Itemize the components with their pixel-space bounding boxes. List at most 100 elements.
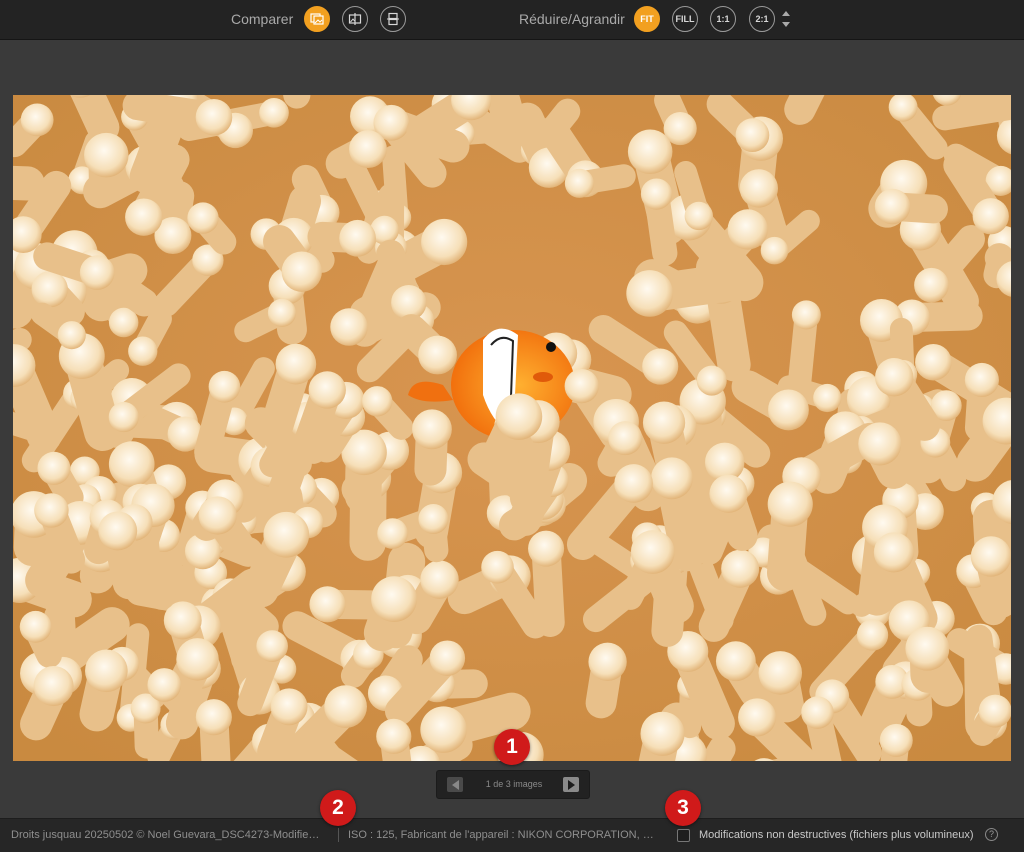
anemone-tentacle-tip — [20, 611, 52, 643]
anemone-tentacle-tip — [324, 685, 367, 728]
anemone-tentacle-tip — [34, 666, 74, 706]
anemone-tentacle-tip — [256, 630, 288, 662]
status-divider — [338, 828, 339, 842]
anemone-tentacle-tip — [979, 695, 1011, 728]
anemone-tentacle-tip — [813, 384, 841, 412]
anemone-tentacle-tip — [614, 464, 653, 503]
anemone-tentacle-tip — [147, 668, 181, 702]
anemone-tentacle-tip — [631, 530, 675, 574]
anemone-tentacle-tip — [643, 402, 685, 444]
anemone-tentacle-tip — [768, 482, 813, 527]
stack-compare-icon — [386, 12, 400, 26]
anemone-tentacle-tip — [759, 651, 803, 695]
nondestructive-checkbox[interactable] — [677, 829, 690, 842]
anemone-tentacle-tip — [282, 251, 322, 291]
anemone-tentacle-tip — [640, 712, 684, 756]
anemone-tentacle-tip — [37, 452, 70, 485]
photo-compare-icon — [310, 12, 324, 26]
anemone-tentacle-tip — [496, 393, 543, 440]
status-bar: Droits jusquau 20250502 © Noel Guevara_D… — [0, 818, 1024, 852]
anemone-tentacle-tip — [588, 643, 626, 681]
zoom-fit-button[interactable]: FIT — [634, 6, 660, 32]
anemone-tentacle-tip — [420, 560, 458, 598]
anemone-tentacle-tip — [768, 389, 809, 430]
anemone-tentacle-tip — [21, 103, 54, 136]
anemone-tentacle-tip — [263, 512, 309, 558]
compare-split-button[interactable] — [342, 6, 368, 32]
resize-label: Réduire/Agrandir — [519, 11, 625, 27]
anemone-tentacle-tip — [362, 386, 392, 416]
anemone-tentacle-tip — [80, 255, 115, 290]
anemone-tentacle-tip — [801, 696, 834, 729]
anemone-tentacle-tip — [628, 129, 673, 174]
anemone-tentacle-tip — [528, 531, 564, 567]
anemone-tentacle-tip — [418, 504, 448, 534]
compare-photo-button[interactable] — [304, 6, 330, 32]
anemone-tentacle-tip — [875, 358, 913, 396]
anemone-tentacle-tip — [109, 402, 139, 432]
anemone-tentacle-tip — [339, 220, 376, 257]
zoom-1to1-button[interactable]: 1:1 — [710, 6, 736, 32]
anemone-tentacle — [80, 95, 103, 127]
previous-image-button[interactable] — [447, 777, 463, 792]
anemone-tentacle-tip — [740, 169, 778, 207]
anemone-tentacle-tip — [84, 133, 129, 178]
anemone-tentacle-tip — [641, 178, 672, 209]
zoom-fill-button[interactable]: FILL — [672, 6, 698, 32]
split-compare-icon — [348, 12, 362, 26]
compare-stack-button[interactable] — [380, 6, 406, 32]
anemone-tentacle-tip — [875, 189, 910, 224]
anemone-tentacle-tip — [309, 371, 346, 408]
anemone-tentacle-tip — [736, 118, 770, 152]
anemone-tentacle-tip — [125, 198, 162, 235]
chevron-up-icon — [782, 11, 790, 16]
anemone-tentacle-tip — [418, 336, 457, 375]
anemone-tentacle-tip — [128, 337, 157, 366]
zoom-stepper[interactable] — [781, 11, 790, 27]
zoom-2to1-button[interactable]: 2:1 — [749, 6, 775, 32]
anemone-tentacle-tip — [259, 98, 289, 128]
pager-count: 1 de 3 images — [471, 779, 557, 789]
help-icon[interactable]: ? — [985, 828, 998, 841]
anemone-tentacle-tip — [971, 536, 1011, 576]
next-image-button[interactable] — [563, 777, 579, 792]
anemone-tentacle-tip — [276, 344, 317, 385]
anemone-tentacle-tip — [721, 550, 759, 588]
photo-preview — [13, 95, 1011, 761]
anemone-tentacle-tip — [268, 299, 296, 327]
anemone-tentacle-tip — [792, 300, 821, 329]
anemone-tentacle-tip — [199, 496, 237, 534]
anemone-tentacle-tip — [565, 369, 599, 403]
anemone-tentacle-tip — [271, 688, 308, 725]
anemone-tentacle-tip — [685, 202, 713, 230]
anemone-tentacle-tip — [371, 576, 417, 622]
nondestructive-label[interactable]: Modifications non destructives (fichiers… — [699, 829, 974, 841]
chevron-left-icon — [452, 780, 459, 790]
anemone-tentacle-tip — [642, 348, 678, 384]
image-pager: 1 de 3 images — [436, 770, 590, 799]
callout-badge-1: 1 — [494, 729, 530, 765]
chevron-down-icon — [782, 22, 790, 27]
callout-badge-2: 2 — [320, 790, 356, 826]
anemone-tentacle-tip — [874, 532, 914, 572]
anemone-tentacle-tip — [761, 237, 789, 265]
anemone-tentacle-tip — [34, 493, 68, 527]
anemone-tentacle-tip — [421, 219, 467, 265]
anemone-tentacle — [13, 182, 28, 184]
anemone-tentacle-tip — [430, 640, 465, 675]
anemone-tentacle-tip — [196, 699, 232, 735]
anemone-tentacle — [800, 95, 820, 109]
anemone-tentacle-tip — [98, 511, 137, 550]
anemone-tentacle-tip — [109, 441, 155, 487]
anemone-tentacle-tip — [973, 198, 1009, 234]
anemone-tentacle-tip — [651, 457, 693, 499]
anemone-tentacle-tip — [420, 706, 466, 752]
anemone-tentacle-tip — [728, 209, 768, 249]
anemone-tentacle-tip — [915, 344, 952, 381]
anemone-tentacle-tip — [905, 627, 949, 671]
anemone-tentacle — [490, 95, 507, 115]
anemone-tentacle-tip — [176, 638, 219, 681]
anemone-tentacle-tip — [857, 619, 888, 650]
top-toolbar: Comparer Réduire/Agrandir FIT FILL 1:1 2… — [0, 0, 1024, 40]
anemone-tentacle-tip — [376, 719, 411, 754]
